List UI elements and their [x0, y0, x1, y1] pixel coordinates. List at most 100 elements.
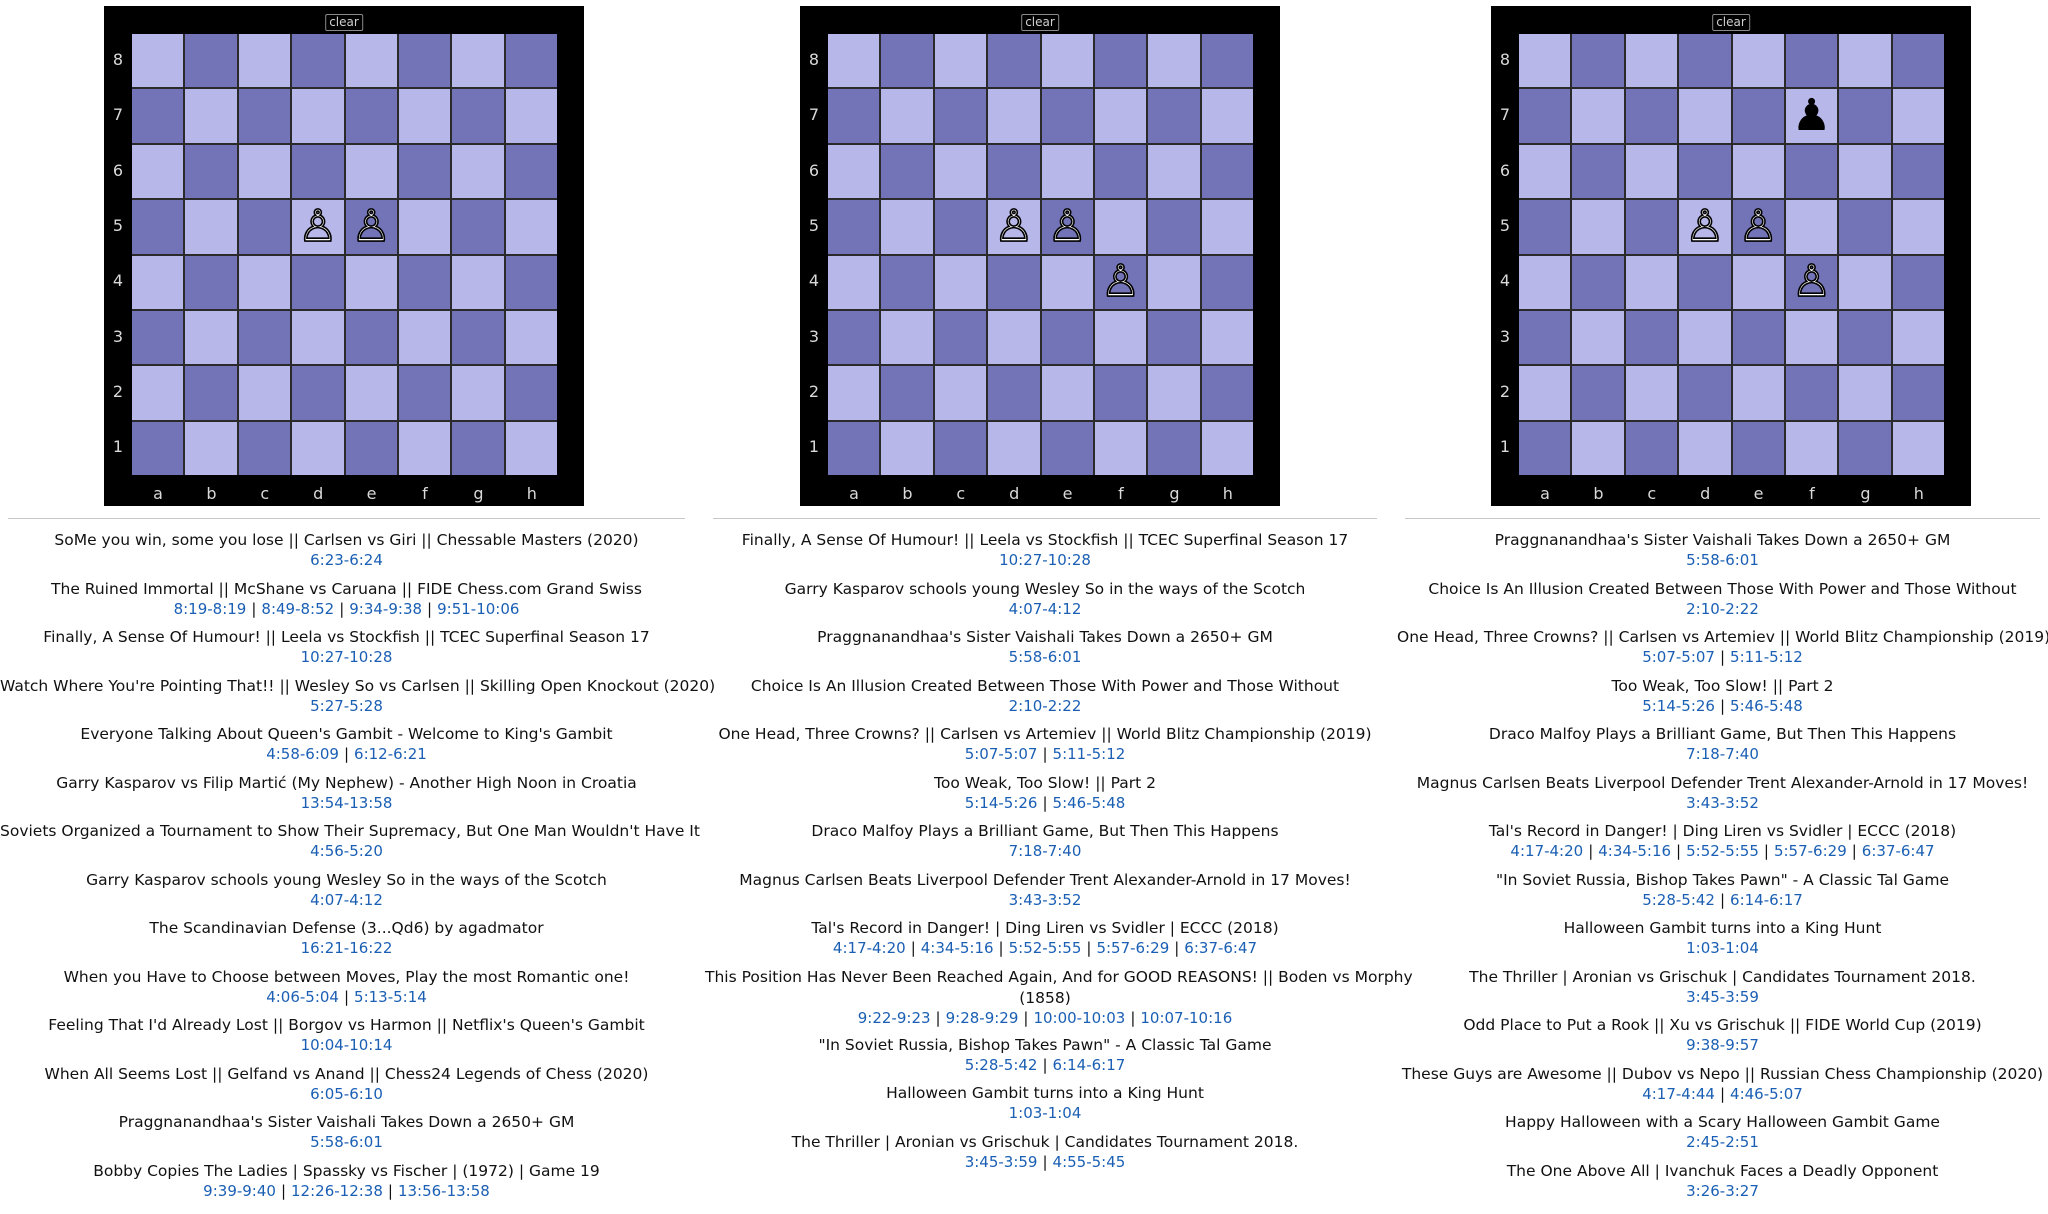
square-a3[interactable]: [132, 310, 184, 365]
square-d4[interactable]: [988, 255, 1040, 309]
clear-button[interactable]: clear: [325, 14, 363, 31]
square-d1[interactable]: [292, 421, 344, 475]
square-a1[interactable]: [132, 421, 184, 475]
square-d5[interactable]: ♙: [1679, 200, 1731, 254]
timestamp-link[interactable]: 1:03-1:04: [1009, 1104, 1082, 1122]
square-b1[interactable]: [881, 421, 933, 475]
square-g5[interactable]: [1839, 200, 1891, 254]
square-e1[interactable]: [1732, 421, 1784, 475]
square-d8[interactable]: [988, 34, 1040, 88]
timestamp-link[interactable]: 5:52-5:55: [1009, 939, 1082, 957]
square-a7[interactable]: [828, 89, 880, 143]
timestamp-link[interactable]: 5:13-5:14: [354, 988, 427, 1006]
square-g3[interactable]: [452, 310, 504, 365]
square-a6[interactable]: [1519, 144, 1571, 199]
square-f4[interactable]: ♙: [1094, 255, 1147, 309]
square-d4[interactable]: [1679, 255, 1731, 309]
square-e8[interactable]: [345, 34, 397, 88]
timestamp-link[interactable]: 4:17-4:44: [1642, 1085, 1715, 1103]
timestamp-link[interactable]: 10:27-10:28: [999, 551, 1091, 569]
square-g6[interactable]: [1839, 144, 1891, 199]
square-c1[interactable]: [1625, 421, 1678, 475]
timestamp-link[interactable]: 10:07-10:16: [1140, 1009, 1232, 1027]
square-e3[interactable]: [345, 310, 397, 365]
square-d2[interactable]: [1679, 366, 1731, 420]
square-f6[interactable]: [398, 144, 451, 199]
square-e4[interactable]: [345, 255, 397, 309]
timestamp-link[interactable]: 10:27-10:28: [301, 648, 393, 666]
square-e4[interactable]: [1732, 255, 1784, 309]
timestamp-link[interactable]: 3:43-3:52: [1686, 794, 1759, 812]
clear-button[interactable]: clear: [1712, 14, 1750, 31]
timestamp-link[interactable]: 9:39-9:40: [203, 1182, 276, 1200]
square-g7[interactable]: [1839, 89, 1891, 143]
square-c6[interactable]: [238, 144, 291, 199]
square-g4[interactable]: [452, 255, 504, 309]
timestamp-link[interactable]: 5:11-5:12: [1730, 648, 1803, 666]
square-h1[interactable]: [1892, 421, 1944, 475]
square-f1[interactable]: [398, 421, 451, 475]
white-pawn-icon[interactable]: ♙: [1738, 204, 1779, 250]
timestamp-link[interactable]: 2:10-2:22: [1686, 600, 1759, 618]
white-pawn-icon[interactable]: ♙: [1791, 259, 1832, 305]
square-c5[interactable]: [1625, 200, 1678, 254]
timestamp-link[interactable]: 4:58-6:09: [266, 745, 339, 763]
square-h5[interactable]: [1201, 200, 1253, 254]
square-e5[interactable]: ♙: [1041, 200, 1093, 254]
square-d7[interactable]: [292, 89, 344, 143]
square-d2[interactable]: [988, 366, 1040, 420]
square-c8[interactable]: [1625, 34, 1678, 88]
timestamp-link[interactable]: 13:56-13:58: [398, 1182, 490, 1200]
timestamp-link[interactable]: 4:34-5:16: [921, 939, 994, 957]
square-f1[interactable]: [1785, 421, 1838, 475]
timestamp-link[interactable]: 10:00-10:03: [1033, 1009, 1125, 1027]
timestamp-link[interactable]: 6:14-6:17: [1053, 1056, 1126, 1074]
square-h1[interactable]: [505, 421, 557, 475]
square-f6[interactable]: [1094, 144, 1147, 199]
square-h8[interactable]: [1892, 34, 1944, 88]
timestamp-link[interactable]: 5:58-6:01: [1009, 648, 1082, 666]
square-e5[interactable]: ♙: [345, 200, 397, 254]
square-d1[interactable]: [1679, 421, 1731, 475]
square-d3[interactable]: [292, 310, 344, 365]
timestamp-link[interactable]: 4:34-5:16: [1598, 842, 1671, 860]
square-h7[interactable]: [1892, 89, 1944, 143]
timestamp-link[interactable]: 4:46-5:07: [1730, 1085, 1803, 1103]
square-g7[interactable]: [452, 89, 504, 143]
timestamp-link[interactable]: 16:21-16:22: [301, 939, 393, 957]
square-g6[interactable]: [1148, 144, 1200, 199]
square-h7[interactable]: [1201, 89, 1253, 143]
square-b6[interactable]: [881, 144, 933, 199]
square-a8[interactable]: [828, 34, 880, 88]
square-c4[interactable]: [238, 255, 291, 309]
square-a8[interactable]: [132, 34, 184, 88]
square-g8[interactable]: [1148, 34, 1200, 88]
square-c7[interactable]: [1625, 89, 1678, 143]
square-f2[interactable]: [1785, 366, 1838, 420]
timestamp-link[interactable]: 6:05-6:10: [310, 1085, 383, 1103]
square-c1[interactable]: [238, 421, 291, 475]
square-e8[interactable]: [1732, 34, 1784, 88]
square-b2[interactable]: [1572, 366, 1624, 420]
square-d7[interactable]: [1679, 89, 1731, 143]
square-e2[interactable]: [345, 366, 397, 420]
square-c2[interactable]: [238, 366, 291, 420]
square-e8[interactable]: [1041, 34, 1093, 88]
square-f7[interactable]: ♟: [1785, 89, 1838, 143]
square-b5[interactable]: [185, 200, 237, 254]
square-b8[interactable]: [185, 34, 237, 88]
square-c1[interactable]: [934, 421, 987, 475]
timestamp-link[interactable]: 8:19-8:19: [174, 600, 247, 618]
square-c7[interactable]: [238, 89, 291, 143]
square-h6[interactable]: [1892, 144, 1944, 199]
square-h6[interactable]: [505, 144, 557, 199]
square-c3[interactable]: [238, 310, 291, 365]
square-a4[interactable]: [1519, 255, 1571, 309]
square-d6[interactable]: [1679, 144, 1731, 199]
square-h6[interactable]: [1201, 144, 1253, 199]
square-b6[interactable]: [185, 144, 237, 199]
square-h3[interactable]: [1892, 310, 1944, 365]
white-pawn-icon[interactable]: ♙: [1047, 204, 1088, 250]
square-c2[interactable]: [934, 366, 987, 420]
square-g1[interactable]: [452, 421, 504, 475]
